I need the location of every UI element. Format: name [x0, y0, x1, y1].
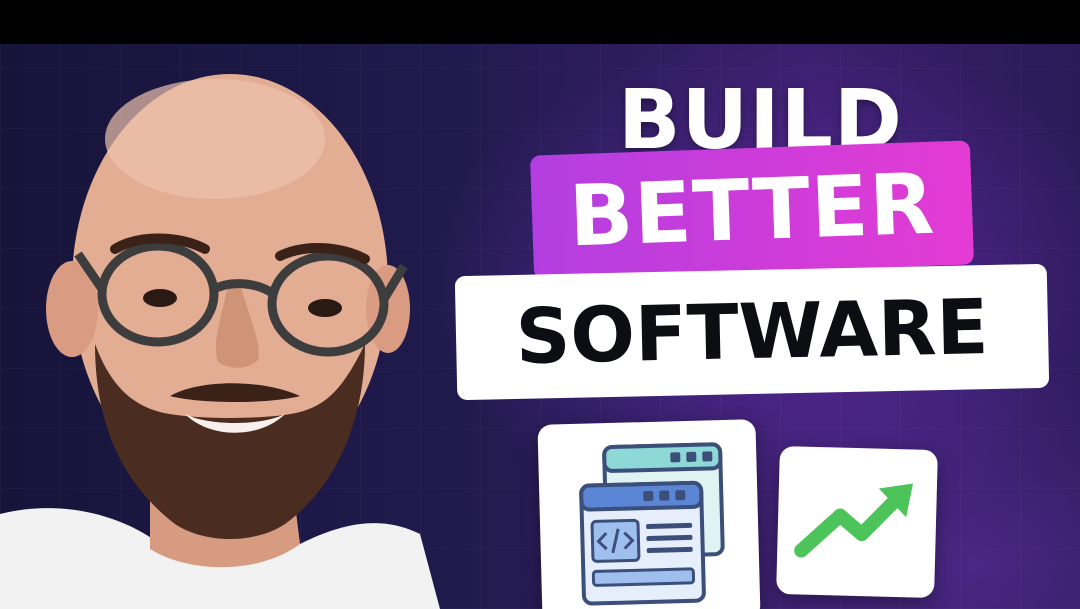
- presenter-photo: [0, 74, 440, 609]
- code-windows-icon: [579, 442, 725, 606]
- video-thumbnail[interactable]: BUILD BETTER SOFTWARE: [0, 0, 1080, 609]
- headline-software: SOFTWARE: [514, 282, 990, 381]
- headline-better: BETTER: [567, 154, 937, 266]
- growth-card: [776, 445, 938, 599]
- software-label-box: SOFTWARE: [454, 263, 1050, 401]
- better-highlight-box: BETTER: [529, 140, 975, 280]
- top-black-bar: [0, 0, 1080, 44]
- trending-up-arrow-icon: [794, 483, 914, 558]
- code-windows-card: [537, 419, 761, 609]
- thumbnail-stage: BUILD BETTER SOFTWARE: [0, 44, 1080, 609]
